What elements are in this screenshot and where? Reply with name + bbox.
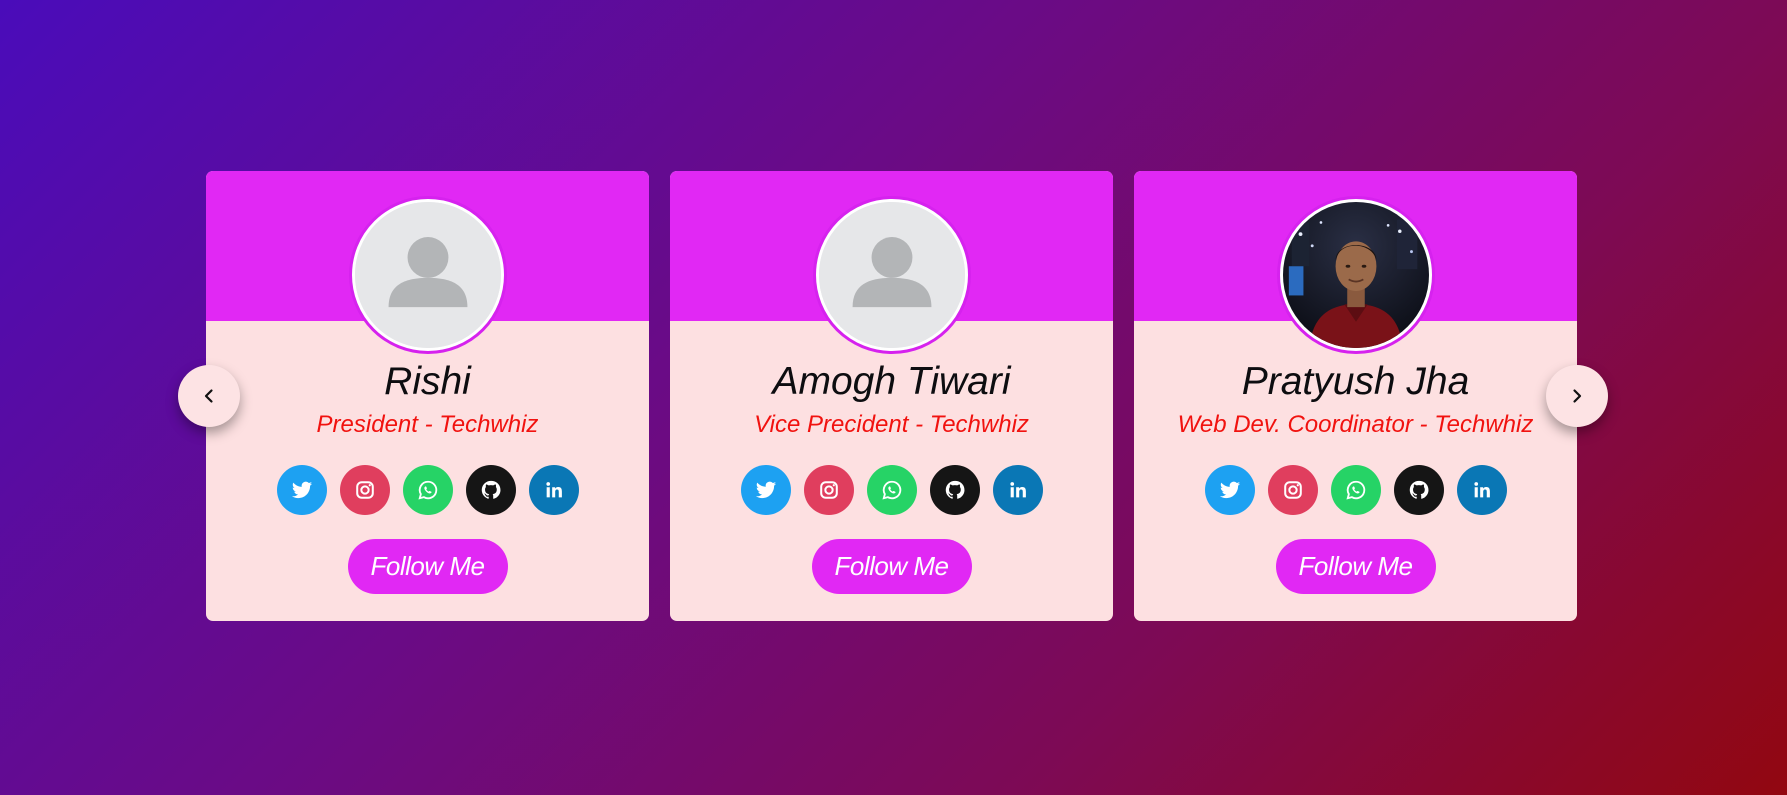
whatsapp-icon — [881, 480, 901, 500]
profile-card: Amogh Tiwari Vice Precident - Techwhiz F… — [670, 171, 1113, 621]
member-name: Rishi — [384, 360, 471, 403]
profile-photo-icon — [1282, 202, 1429, 348]
member-role: President - Techwhiz — [316, 411, 539, 438]
linkedin-icon — [545, 482, 562, 498]
github-icon — [945, 480, 964, 499]
twitter-icon — [755, 481, 776, 499]
social-links — [1134, 465, 1577, 515]
carousel-prev-button[interactable] — [178, 365, 240, 427]
linkedin-icon — [1009, 482, 1026, 498]
whatsapp-link[interactable] — [402, 465, 453, 515]
twitter-link[interactable] — [1204, 465, 1255, 515]
profile-card: Rishi President - Techwhiz Follow Me — [206, 171, 649, 621]
twitter-link[interactable] — [740, 465, 791, 515]
default-user-avatar-icon — [354, 202, 501, 348]
member-name: Pratyush Jha — [1241, 360, 1470, 403]
member-role: Web Dev. Coordinator - Techwhiz — [1177, 411, 1534, 438]
default-user-avatar-icon — [818, 202, 965, 348]
follow-button[interactable]: Follow Me — [1275, 539, 1436, 594]
linkedin-link[interactable] — [1456, 465, 1507, 515]
avatar — [1279, 199, 1432, 351]
linkedin-icon — [1473, 482, 1490, 498]
github-link[interactable] — [465, 465, 516, 515]
twitter-icon — [291, 481, 312, 499]
whatsapp-link[interactable] — [1330, 465, 1381, 515]
whatsapp-link[interactable] — [866, 465, 917, 515]
member-role: Vice Precident - Techwhiz — [754, 411, 1029, 438]
chevron-right-icon — [1573, 389, 1582, 403]
avatar — [815, 199, 968, 351]
member-name: Amogh Tiwari — [772, 360, 1011, 403]
linkedin-link[interactable] — [528, 465, 579, 515]
follow-button[interactable]: Follow Me — [347, 539, 508, 594]
github-link[interactable] — [929, 465, 980, 515]
follow-button[interactable]: Follow Me — [811, 539, 972, 594]
instagram-link[interactable] — [339, 465, 390, 515]
carousel-next-button[interactable] — [1546, 365, 1608, 427]
team-cards-carousel: Rishi President - Techwhiz Follow Me Amo… — [206, 171, 1577, 621]
profile-card: Pratyush Jha Web Dev. Coordinator - Tech… — [1134, 171, 1577, 621]
twitter-link[interactable] — [276, 465, 327, 515]
instagram-icon — [819, 481, 838, 499]
chevron-left-icon — [204, 389, 213, 403]
instagram-link[interactable] — [1267, 465, 1318, 515]
social-links — [670, 465, 1113, 515]
github-icon — [481, 480, 500, 499]
social-links — [206, 465, 649, 515]
whatsapp-icon — [417, 480, 437, 500]
whatsapp-icon — [1345, 480, 1365, 500]
github-icon — [1409, 480, 1428, 499]
instagram-icon — [1283, 481, 1302, 499]
twitter-icon — [1219, 481, 1240, 499]
avatar — [351, 199, 504, 351]
github-link[interactable] — [1393, 465, 1444, 515]
linkedin-link[interactable] — [992, 465, 1043, 515]
instagram-link[interactable] — [803, 465, 854, 515]
instagram-icon — [355, 481, 374, 499]
